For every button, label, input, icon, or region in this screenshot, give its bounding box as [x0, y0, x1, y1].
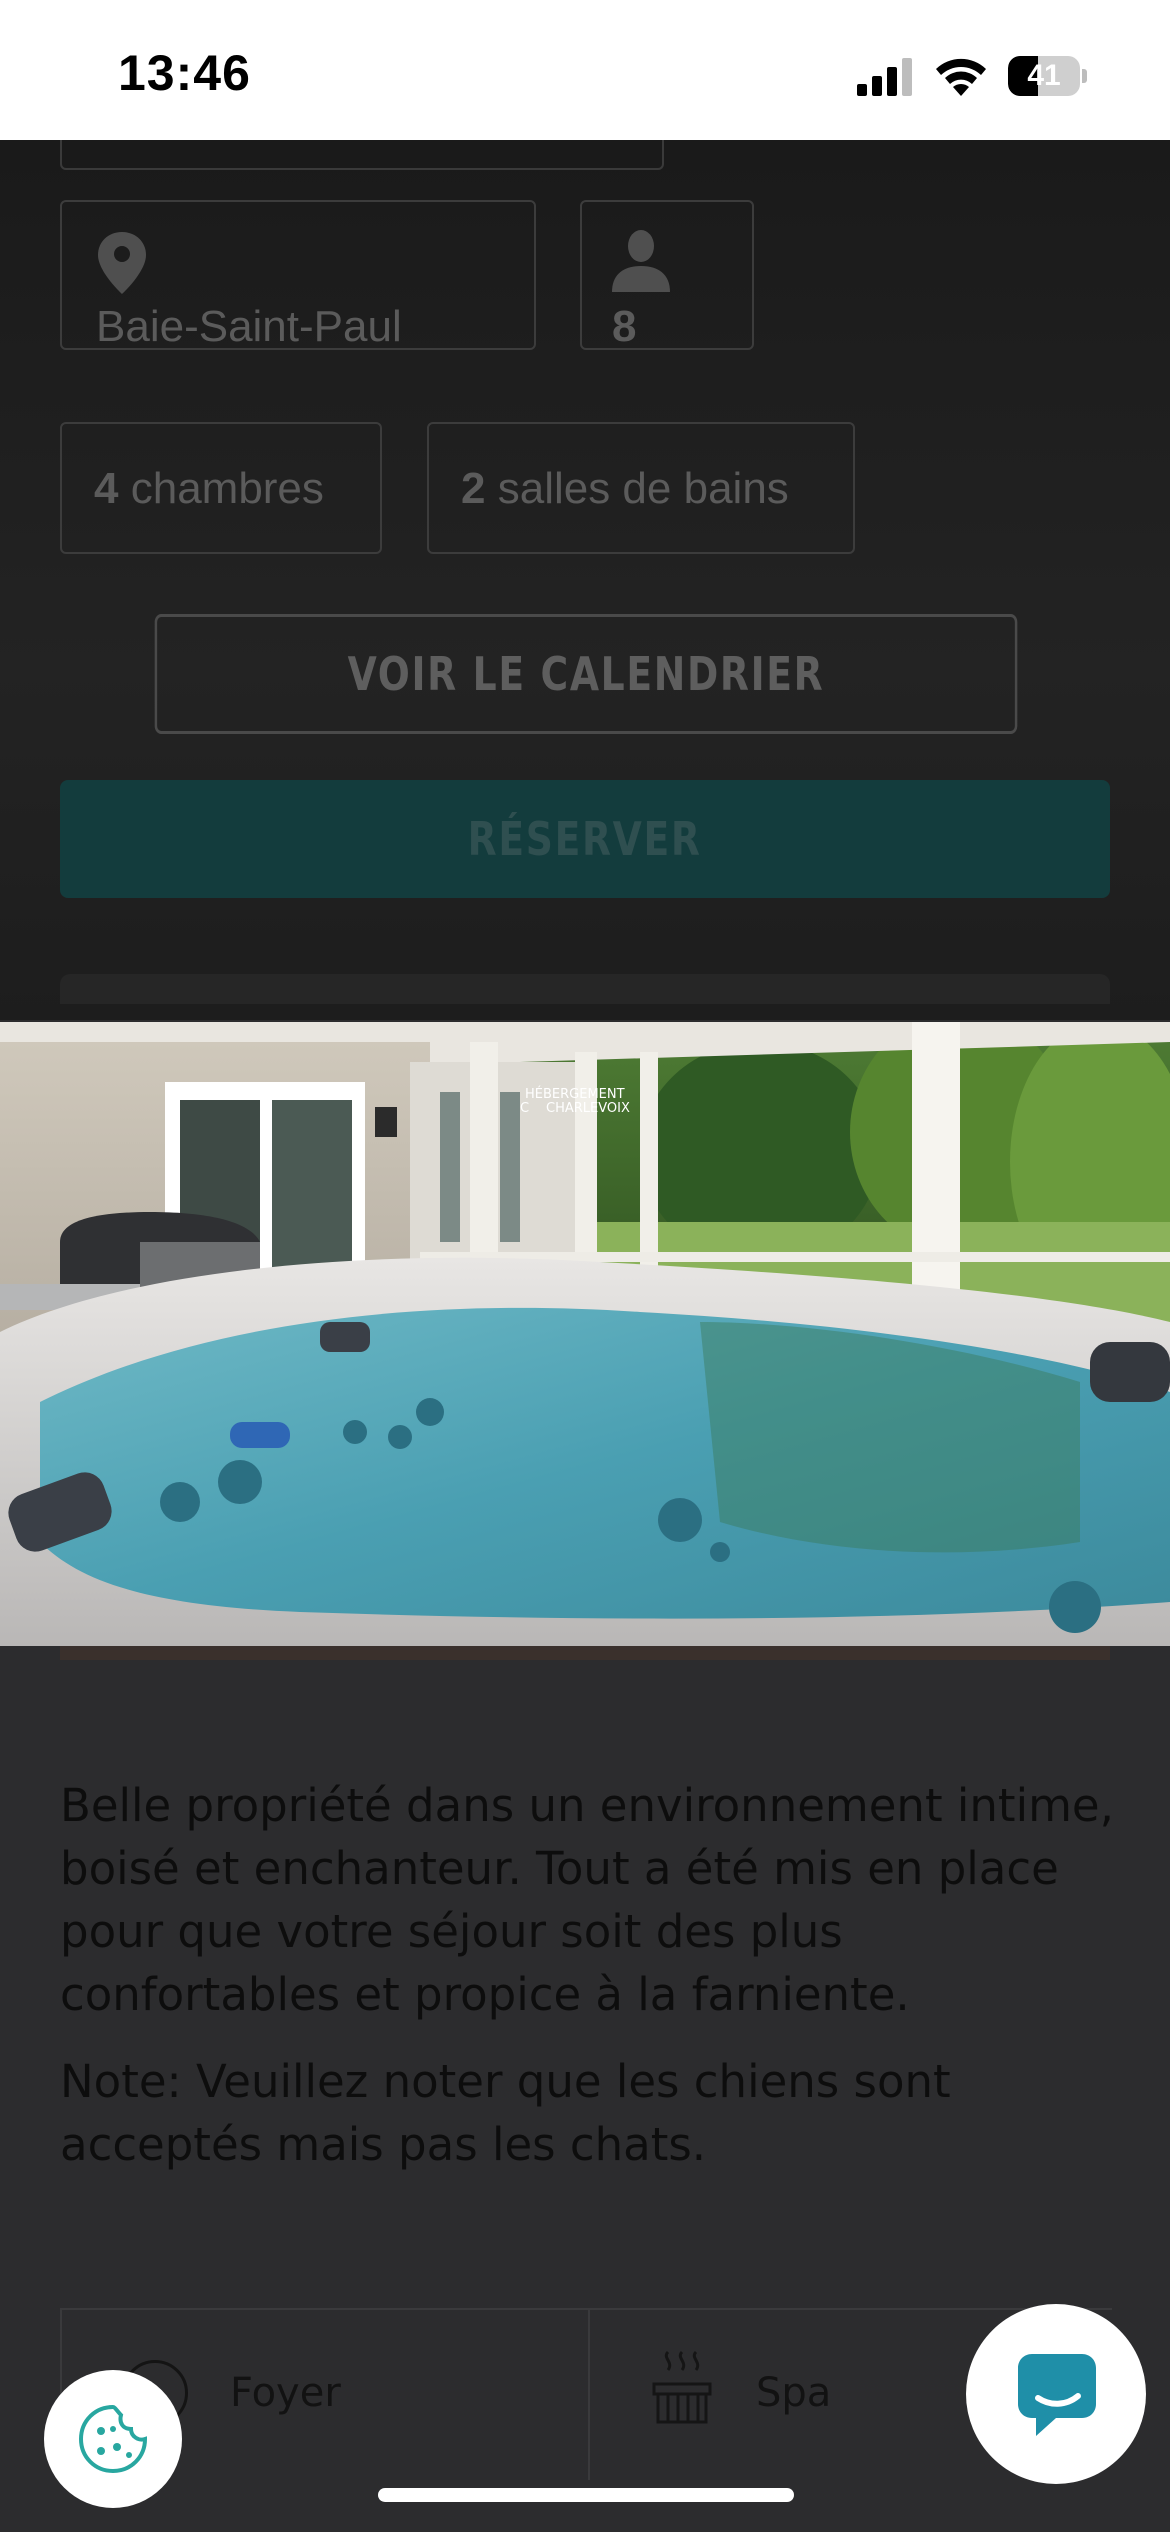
amenity-divider: [588, 2310, 590, 2480]
watermark-line2: CHARLEVOIX: [546, 1101, 630, 1116]
cookie-settings-button[interactable]: [44, 2370, 182, 2508]
location-box: Baie-Saint-Paul: [60, 200, 536, 351]
property-description: Belle propriété dans un environnement in…: [60, 1774, 1120, 2200]
guests-box: 8: [580, 200, 754, 351]
cellular-signal-icon: [857, 58, 912, 96]
bedrooms-box: 4 chambres: [60, 422, 382, 554]
chat-bubble-icon: [1018, 2354, 1096, 2436]
view-calendar-button[interactable]: VOIR LE CALENDRIER: [154, 614, 1018, 734]
clipped-info-box: [60, 140, 664, 170]
wifi-icon: [936, 58, 986, 96]
bathrooms-box: 2 salles de bains: [427, 422, 855, 554]
hot-tub-icon: [652, 2350, 712, 2424]
amenity-foyer: Foyer: [230, 2370, 341, 2416]
watermark-line1: HÉBERGEMENT: [525, 1086, 625, 1102]
gallery-photo[interactable]: HÉBERGEMENT CHARLEVOIX C: [0, 1022, 1170, 1646]
view-calendar-label: VOIR LE CALENDRIER: [347, 647, 825, 701]
battery-icon: 41: [1008, 56, 1087, 96]
bedrooms-count: 4: [94, 464, 119, 513]
home-indicator[interactable]: [378, 2488, 794, 2502]
reserve-button[interactable]: RÉSERVER: [60, 780, 1110, 898]
amenity-spa: Spa: [756, 2370, 832, 2416]
location-label: Baie-Saint-Paul: [96, 302, 402, 351]
location-pin-icon: [98, 232, 146, 294]
status-time: 13:46: [118, 45, 251, 101]
reserve-label: RÉSERVER: [468, 812, 702, 866]
amenities-grid: Foyer Spa: [60, 2308, 1112, 2480]
pet-policy-note: Note: Veuillez noter que les chiens sont…: [60, 2055, 951, 2171]
description-paragraph: Belle propriété dans un environnement in…: [60, 1779, 1114, 2021]
live-chat-button[interactable]: [966, 2304, 1146, 2484]
watermark-initial: C: [520, 1101, 529, 1116]
status-bar: 13:46 41: [0, 0, 1170, 140]
bedrooms-label: chambres: [130, 464, 324, 513]
guests-count: 8: [612, 302, 637, 351]
person-icon: [612, 230, 670, 292]
battery-percentage: 41: [1027, 59, 1061, 92]
bathrooms-label: salles de bains: [497, 464, 789, 513]
gallery-card-edge: [60, 974, 1110, 1004]
cookie-icon: [78, 2404, 148, 2474]
hot-tub-photo: HÉBERGEMENT CHARLEVOIX C: [0, 1022, 1170, 1646]
bathrooms-count: 2: [461, 464, 486, 513]
